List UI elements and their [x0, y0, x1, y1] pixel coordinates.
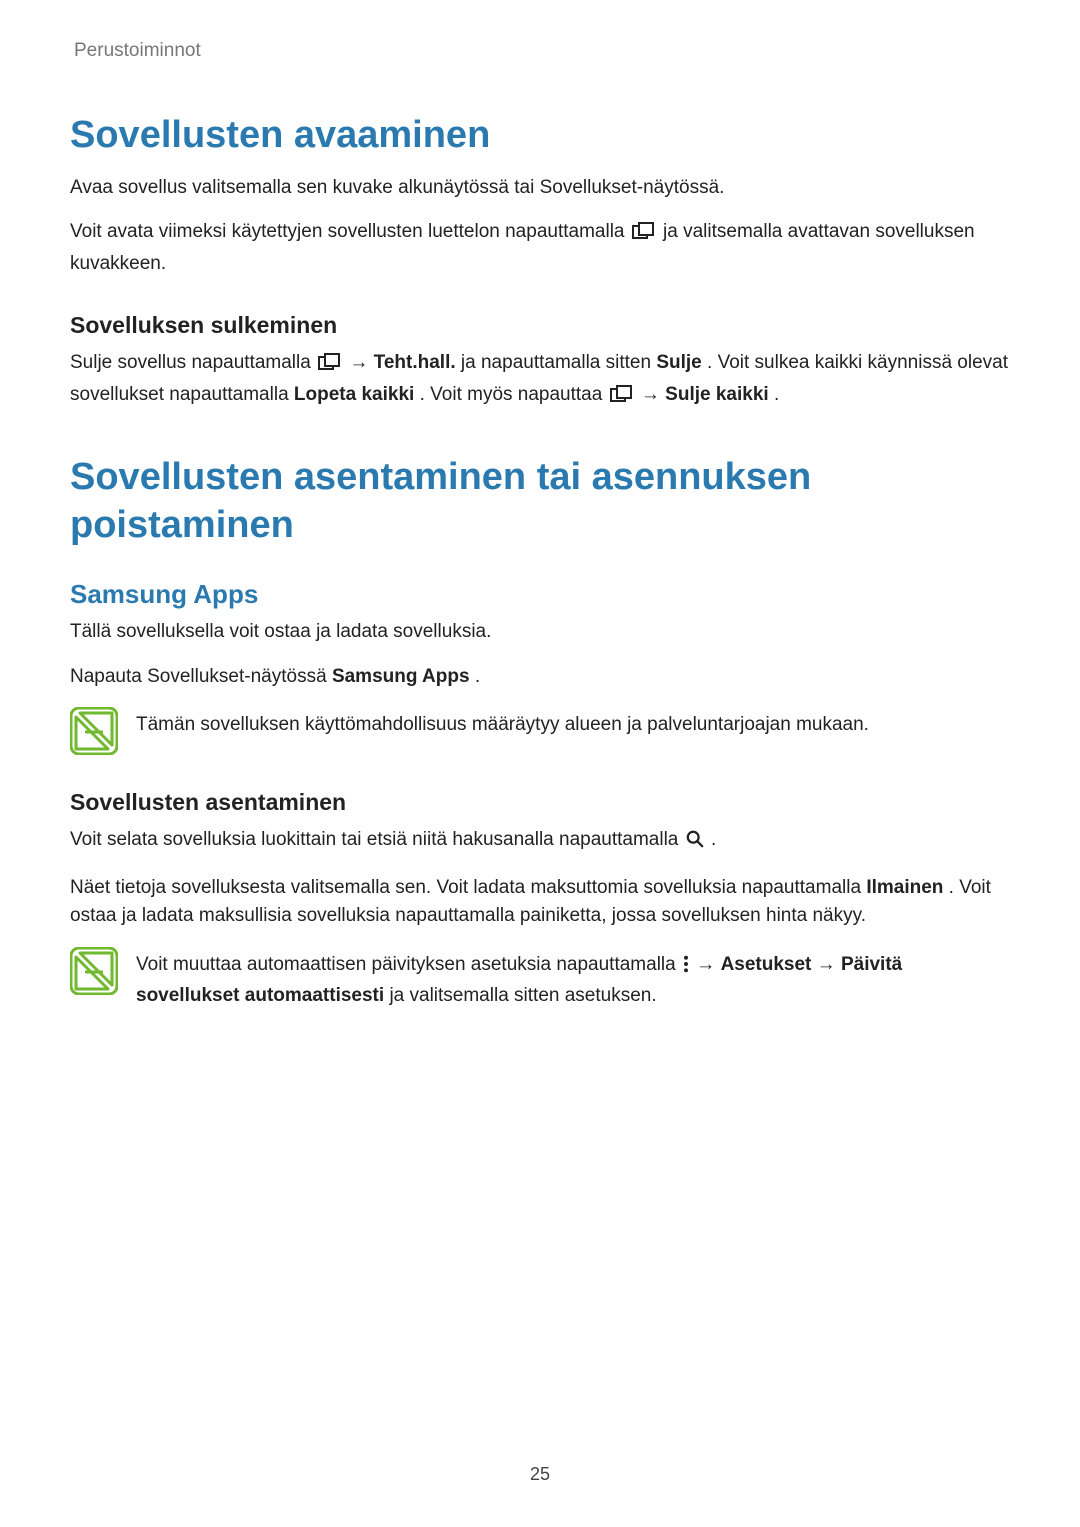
page-number: 25 [0, 1464, 1080, 1485]
note-icon [70, 947, 118, 995]
note-block: Voit muuttaa automaattisen päivityksen a… [70, 947, 1010, 1011]
paragraph: Napauta Sovellukset-näytössä Samsung App… [70, 663, 1010, 692]
text: Voit selata sovelluksia luokittain tai e… [70, 829, 684, 850]
note-text: Voit muuttaa automaattisen päivityksen a… [136, 947, 1010, 1011]
text: ja valitsemalla sitten asetuksen. [389, 985, 656, 1006]
text: Voit avata viimeksi käytettyjen sovellus… [70, 221, 630, 242]
bold-text: Sulje [656, 352, 701, 373]
menu-dots-icon [683, 954, 689, 983]
text: . [711, 829, 716, 850]
paragraph: Näet tietoja sovelluksesta valitsemalla … [70, 874, 1010, 931]
recent-apps-icon [632, 221, 656, 250]
text: → [641, 384, 665, 405]
paragraph: Voit avata viimeksi käytettyjen sovellus… [70, 218, 1010, 278]
paragraph: Avaa sovellus valitsemalla sen kuvake al… [70, 174, 1010, 203]
recent-apps-icon [318, 352, 342, 381]
text: . [774, 384, 779, 405]
heading-install-apps: Sovellusten asentaminen [70, 789, 1010, 816]
bold-text: Sulje kaikki [665, 384, 769, 405]
text: . Voit myös napauttaa [420, 384, 608, 405]
text: Sulje sovellus napauttamalla [70, 352, 316, 373]
text: Näet tietoja sovelluksesta valitsemalla … [70, 877, 866, 898]
recent-apps-icon [610, 384, 634, 413]
heading-open-apps: Sovellusten avaaminen [70, 112, 1010, 160]
paragraph: Sulje sovellus napauttamalla → Teht.hall… [70, 349, 1010, 412]
text: → [696, 954, 720, 975]
note-block: Tämän sovelluksen käyttömahdollisuus mää… [70, 707, 1010, 755]
heading-close-app: Sovelluksen sulkeminen [70, 312, 1010, 339]
bold-text: Ilmainen [866, 877, 943, 898]
page-header: Perustoiminnot [74, 40, 1010, 62]
paragraph: Voit selata sovelluksia luokittain tai e… [70, 826, 1010, 858]
note-text: Tämän sovelluksen käyttömahdollisuus mää… [136, 707, 1010, 740]
text: . [475, 666, 480, 687]
heading-install-uninstall: Sovellusten asentaminen tai asennuksen p… [70, 454, 1010, 549]
bold-text: Samsung Apps [332, 666, 470, 687]
text: ja napauttamalla sitten [461, 352, 656, 373]
text: Voit muuttaa automaattisen päivityksen a… [136, 954, 681, 975]
text: → [817, 954, 841, 975]
text: Napauta Sovellukset-näytössä [70, 666, 332, 687]
bold-text: Asetukset [721, 954, 812, 975]
text: → [349, 352, 373, 373]
bold-text: Teht.hall. [374, 352, 456, 373]
paragraph: Tällä sovelluksella voit ostaa ja ladata… [70, 618, 1010, 647]
document-page: Perustoiminnot Sovellusten avaaminen Ava… [0, 0, 1080, 1527]
note-icon [70, 707, 118, 755]
bold-text: Lopeta kaikki [294, 384, 414, 405]
heading-samsung-apps: Samsung Apps [70, 579, 1010, 610]
search-icon [686, 829, 704, 858]
